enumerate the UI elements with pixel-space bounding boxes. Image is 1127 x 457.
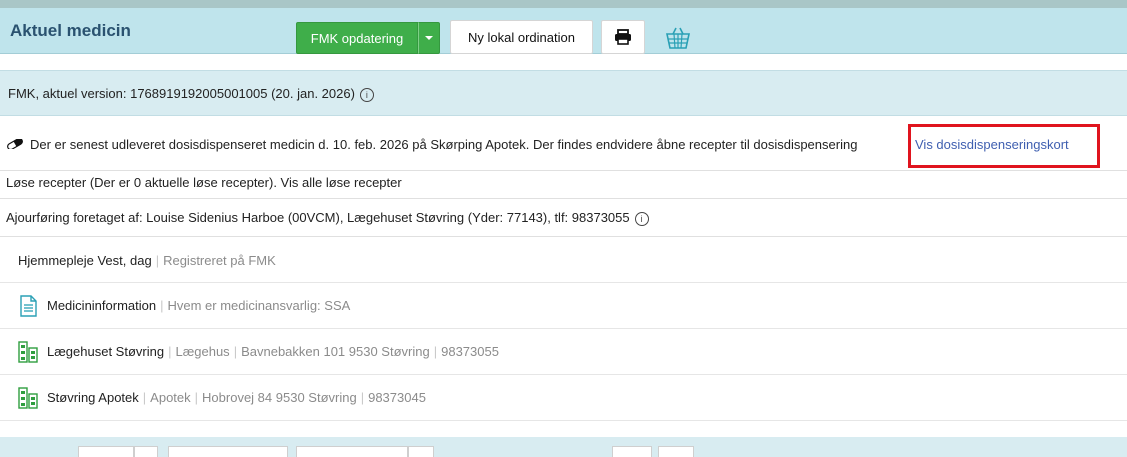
apotek-line: Støvring Apotek | Apotek | Hobrovej 84 9530 … [47,390,426,405]
fmk-update-label: FMK opdatering [310,30,404,46]
toolbar-button[interactable] [658,446,694,457]
print-button[interactable] [601,20,645,54]
hjemmepleje-row[interactable]: Hjemmepleje Vest, dag | Registreret på FMK [0,237,1127,283]
separator: | [160,298,164,313]
hjemmepleje-line: Hjemmepleje Vest, dag | Registreret på FMK [18,253,276,268]
page-header: Aktuel medicin FMK opdatering Ny lokal o… [0,8,1127,54]
laegehus-line: Lægehuset Støvring | Lægehus | Bavnebakken 1… [47,344,499,359]
new-local-ordination-button[interactable]: Ny lokal ordination [450,20,593,54]
toolbar-dropdown[interactable] [408,446,434,457]
laegehus-address: Bavnebakken 101 9530 Støvring [241,344,430,359]
toolbar-button[interactable] [78,446,134,457]
fmk-version-line: FMK, aktuel version: 1768919192005001005… [8,86,374,102]
laegehus-phone: 98373055 [441,344,499,359]
divider [0,198,1127,199]
separator: | [194,390,199,405]
document-icon [20,295,37,317]
basket-icon[interactable] [664,26,692,50]
medicininformation-name: Medicininformation [47,298,157,313]
fmk-version-text: FMK, aktuel version: 1768919192005001005… [8,86,355,101]
window-top-strip [0,0,1127,8]
medicininformation-line: Medicininformation | Hvem er medicinansvar… [47,298,350,313]
apotek-address: Hobrovej 84 9530 Støvring [202,390,357,405]
toolbar-dropdown[interactable] [134,446,158,457]
fmk-update-button[interactable]: FMK opdatering [296,22,418,54]
dosis-text: Der er senest udleveret dosisdispenseret… [30,137,858,152]
separator: | [155,253,160,268]
loese-recepter-text[interactable]: Løse recepter (Der er 0 aktuelle løse re… [6,175,402,190]
apotek-row[interactable]: Støvring Apotek | Apotek | Hobrovej 84 9530 … [0,375,1127,421]
organization-icon [18,341,38,363]
toolbar-button[interactable] [296,446,408,457]
separator: | [168,344,172,359]
laegehus-name: Lægehuset Støvring [47,344,165,359]
apotek-name: Støvring Apotek [47,390,139,405]
separator: | [142,390,147,405]
pill-icon [7,139,23,149]
separator: | [233,344,238,359]
medicininformation-row[interactable]: Medicininformation | Hvem er medicinansvar… [0,283,1127,329]
new-local-ordination-label: Ny lokal ordination [468,29,575,45]
page-title: Aktuel medicin [10,21,131,40]
caret-down-icon [425,36,433,40]
info-circle-icon[interactable]: i [359,87,374,102]
ajourfoering-text: Ajourføring foretaget af: Louise Sideniu… [6,210,630,225]
separator: | [360,390,365,405]
apotek-type: Apotek [150,390,191,405]
toolbar-button[interactable] [612,446,652,457]
laegehus-row[interactable]: Lægehuset Støvring | Lægehus | Bavnebakken 1… [0,329,1127,375]
divider [0,170,1127,171]
fmk-update-dropdown-button[interactable] [418,22,440,54]
printer-icon [615,29,631,45]
toolbar-button[interactable] [168,446,288,457]
fmk-version-row: FMK, aktuel version: 1768919192005001005… [0,70,1127,116]
organization-icon [18,387,38,409]
hjemmepleje-name: Hjemmepleje Vest, dag [18,253,152,268]
ajourfoering-line: Ajourføring foretaget af: Louise Sideniu… [6,210,649,226]
hjemmepleje-detail: Registreret på FMK [163,253,276,268]
info-circle-icon[interactable]: i [634,211,649,226]
laegehus-type: Lægehus [175,344,230,359]
vis-dosisdispenseringskort-link[interactable]: Vis dosisdispenseringskort [915,137,1069,152]
separator: | [433,344,438,359]
medicininformation-detail: Hvem er medicinansvarlig: SSA [167,298,351,313]
apotek-phone: 98373045 [368,390,426,405]
bottom-toolbar [0,437,1127,457]
